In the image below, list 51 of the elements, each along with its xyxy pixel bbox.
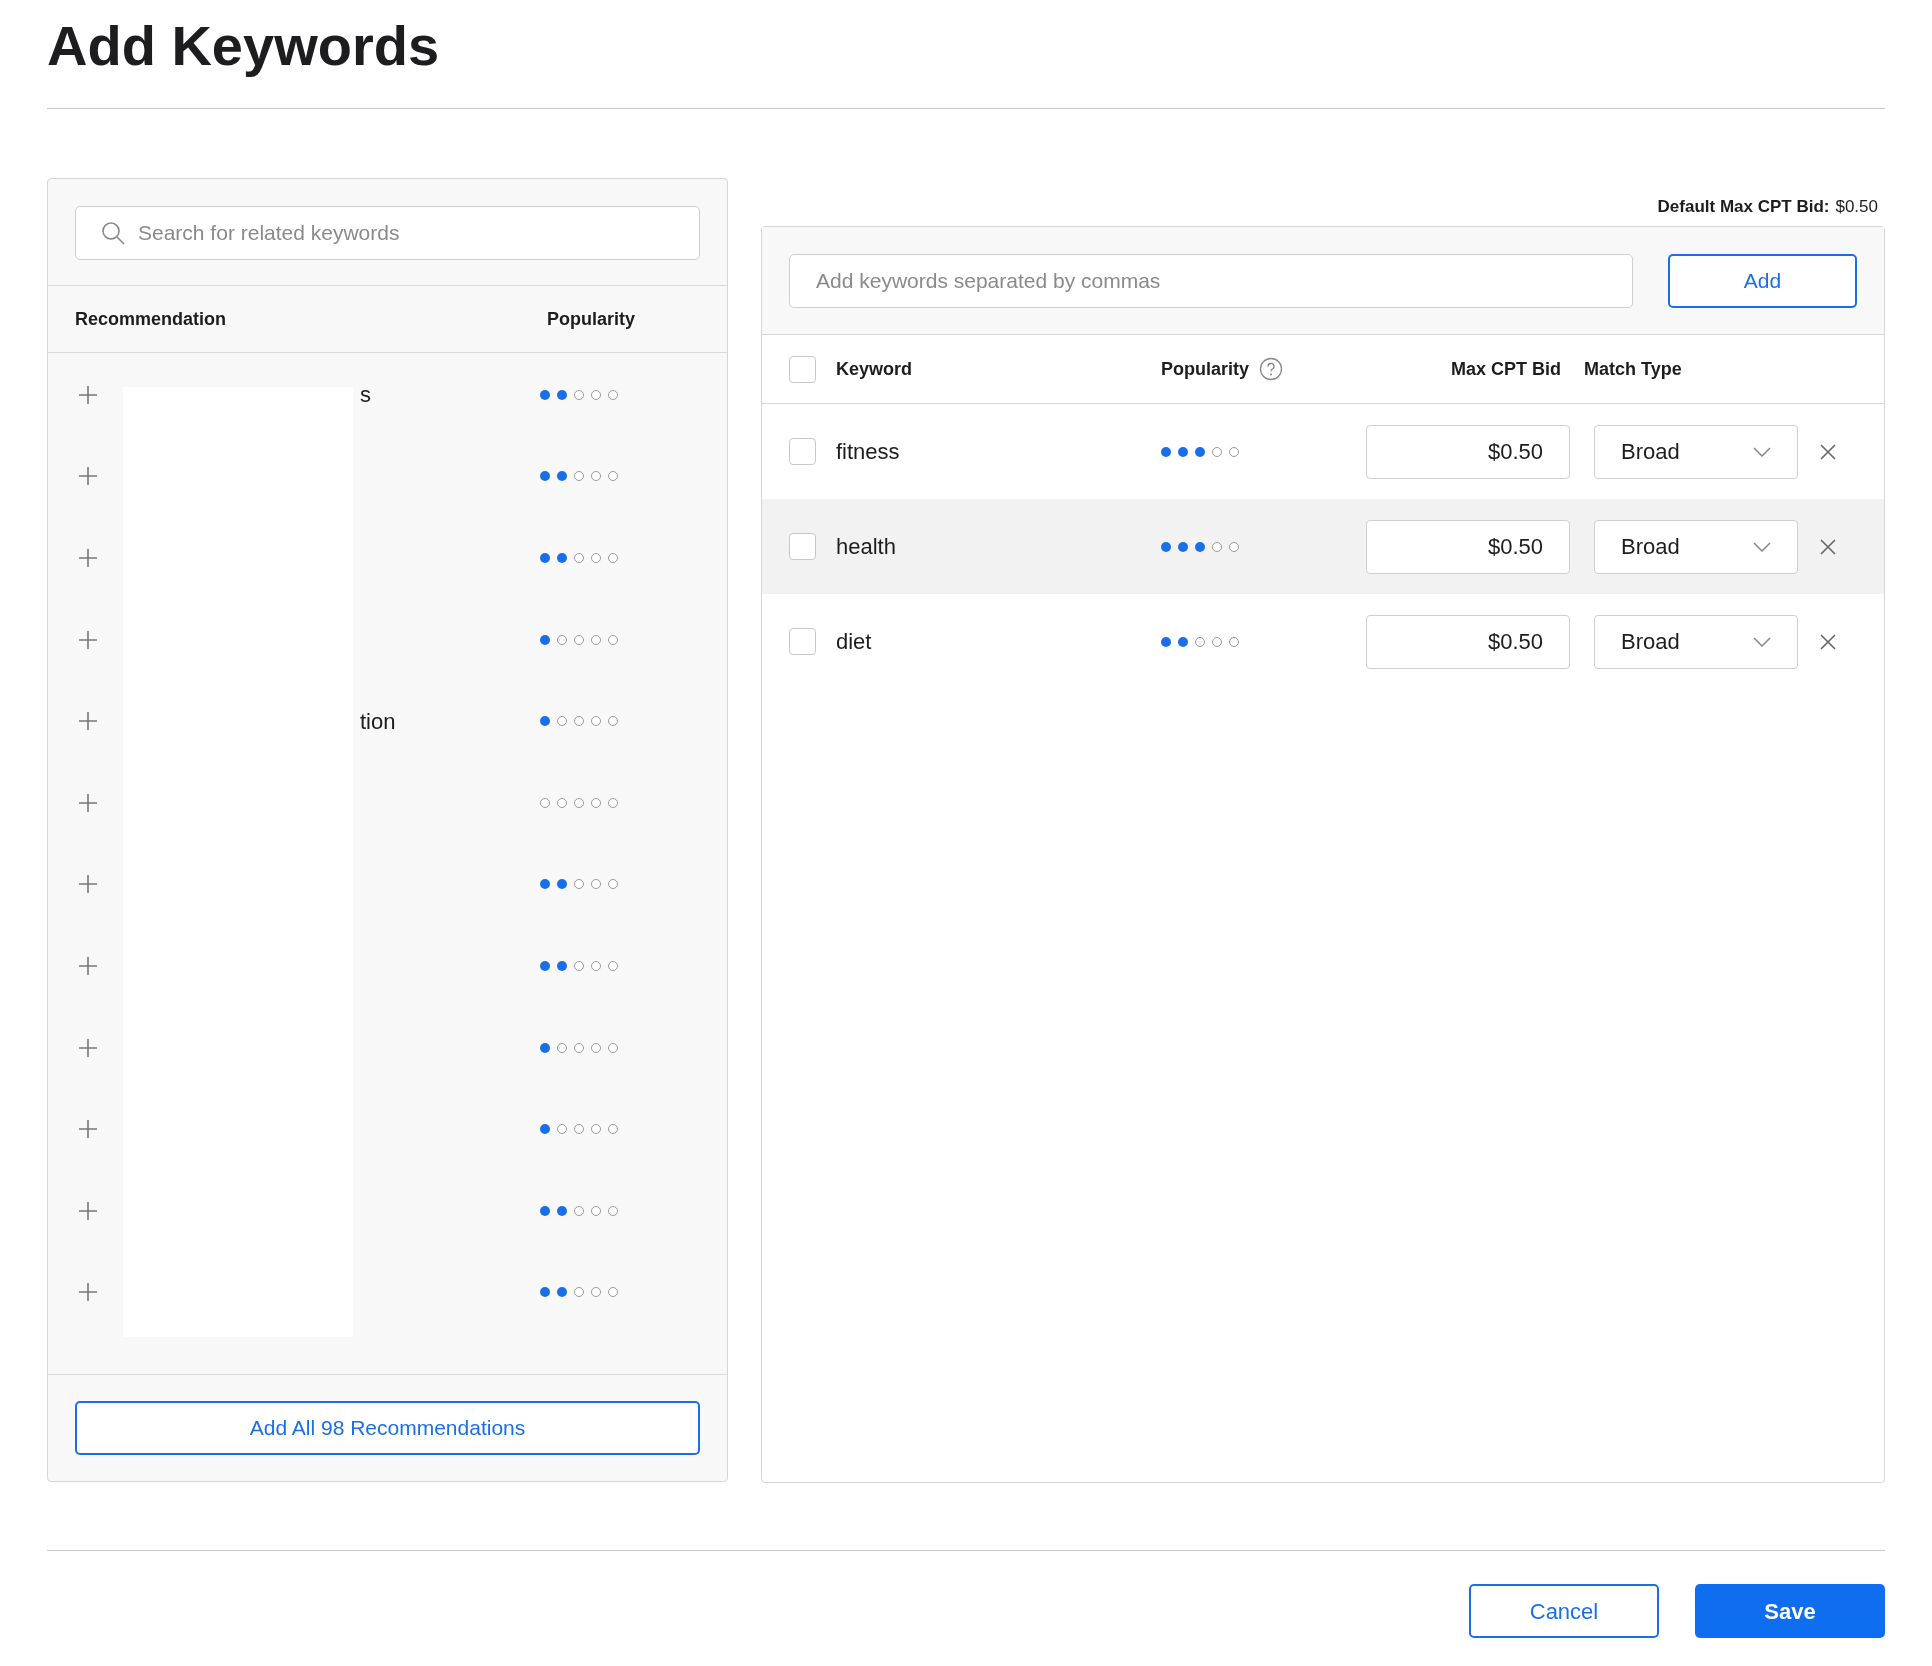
checkbox[interactable] [789, 438, 816, 465]
chevron-down-icon [1753, 446, 1771, 457]
match-type-select[interactable]: Broad [1594, 424, 1798, 479]
bid-field[interactable]: $0.50 [1366, 519, 1570, 574]
help-icon[interactable] [1259, 357, 1283, 381]
keyword-text: fitness [836, 438, 901, 466]
plus-icon[interactable] [78, 384, 98, 405]
plus-icon[interactable] [78, 466, 98, 487]
plus-icon[interactable] [78, 1282, 98, 1303]
add-button[interactable]: Add [1668, 253, 1857, 308]
plus-icon[interactable] [78, 629, 98, 650]
cancel-button[interactable]: Cancel [1469, 1584, 1659, 1638]
plus-icon[interactable] [78, 1119, 98, 1140]
keyword-input[interactable]: Add keywords separated by commas [789, 253, 1633, 308]
checkbox[interactable] [789, 355, 816, 383]
plus-icon[interactable] [78, 792, 98, 813]
plus-icon[interactable] [78, 711, 98, 732]
checkbox[interactable] [789, 533, 816, 560]
close-icon[interactable] [1820, 538, 1836, 555]
close-icon[interactable] [1820, 443, 1836, 460]
match-type-select[interactable]: Broad [1594, 519, 1798, 574]
keyword-text: s [359, 382, 371, 408]
default-bid-label: Default Max CPT Bid: [1657, 195, 1830, 218]
search-field[interactable]: Search for related keywords [75, 206, 700, 260]
chevron-down-icon [1753, 541, 1771, 552]
close-icon[interactable] [1820, 633, 1836, 650]
column-header: Recommendation [75, 307, 228, 331]
bid-field[interactable]: $0.50 [1366, 614, 1570, 669]
add-all-button[interactable]: Add All 98 Recommendations [75, 1401, 700, 1455]
keyword-text: tion [359, 708, 396, 734]
chevron-down-icon [1753, 636, 1771, 647]
keyword-row[interactable]: health $0.50 Broad [762, 499, 1884, 594]
plus-icon[interactable] [78, 548, 98, 568]
search-icon [101, 221, 125, 245]
page-title: Add Keywords [47, 13, 440, 79]
column-header: Max CPT Bid [1450, 357, 1561, 381]
keyword-text: diet [836, 628, 873, 656]
keyword-text: health [836, 533, 897, 561]
column-header: Match Type [1584, 357, 1682, 381]
plus-icon[interactable] [78, 874, 98, 895]
default-bid-value: $0.50 [1835, 195, 1878, 218]
column-header: Popularity [547, 307, 635, 331]
save-button[interactable]: Save [1695, 1584, 1885, 1638]
match-type-select[interactable]: Broad [1594, 614, 1798, 669]
plus-icon[interactable] [78, 1200, 98, 1221]
plus-icon[interactable] [78, 955, 98, 976]
bid-field[interactable]: $0.50 [1366, 424, 1570, 479]
column-header: Popularity [1161, 357, 1249, 381]
plus-icon[interactable] [78, 1037, 98, 1058]
column-header: Keyword [836, 357, 914, 381]
checkbox[interactable] [789, 628, 816, 655]
